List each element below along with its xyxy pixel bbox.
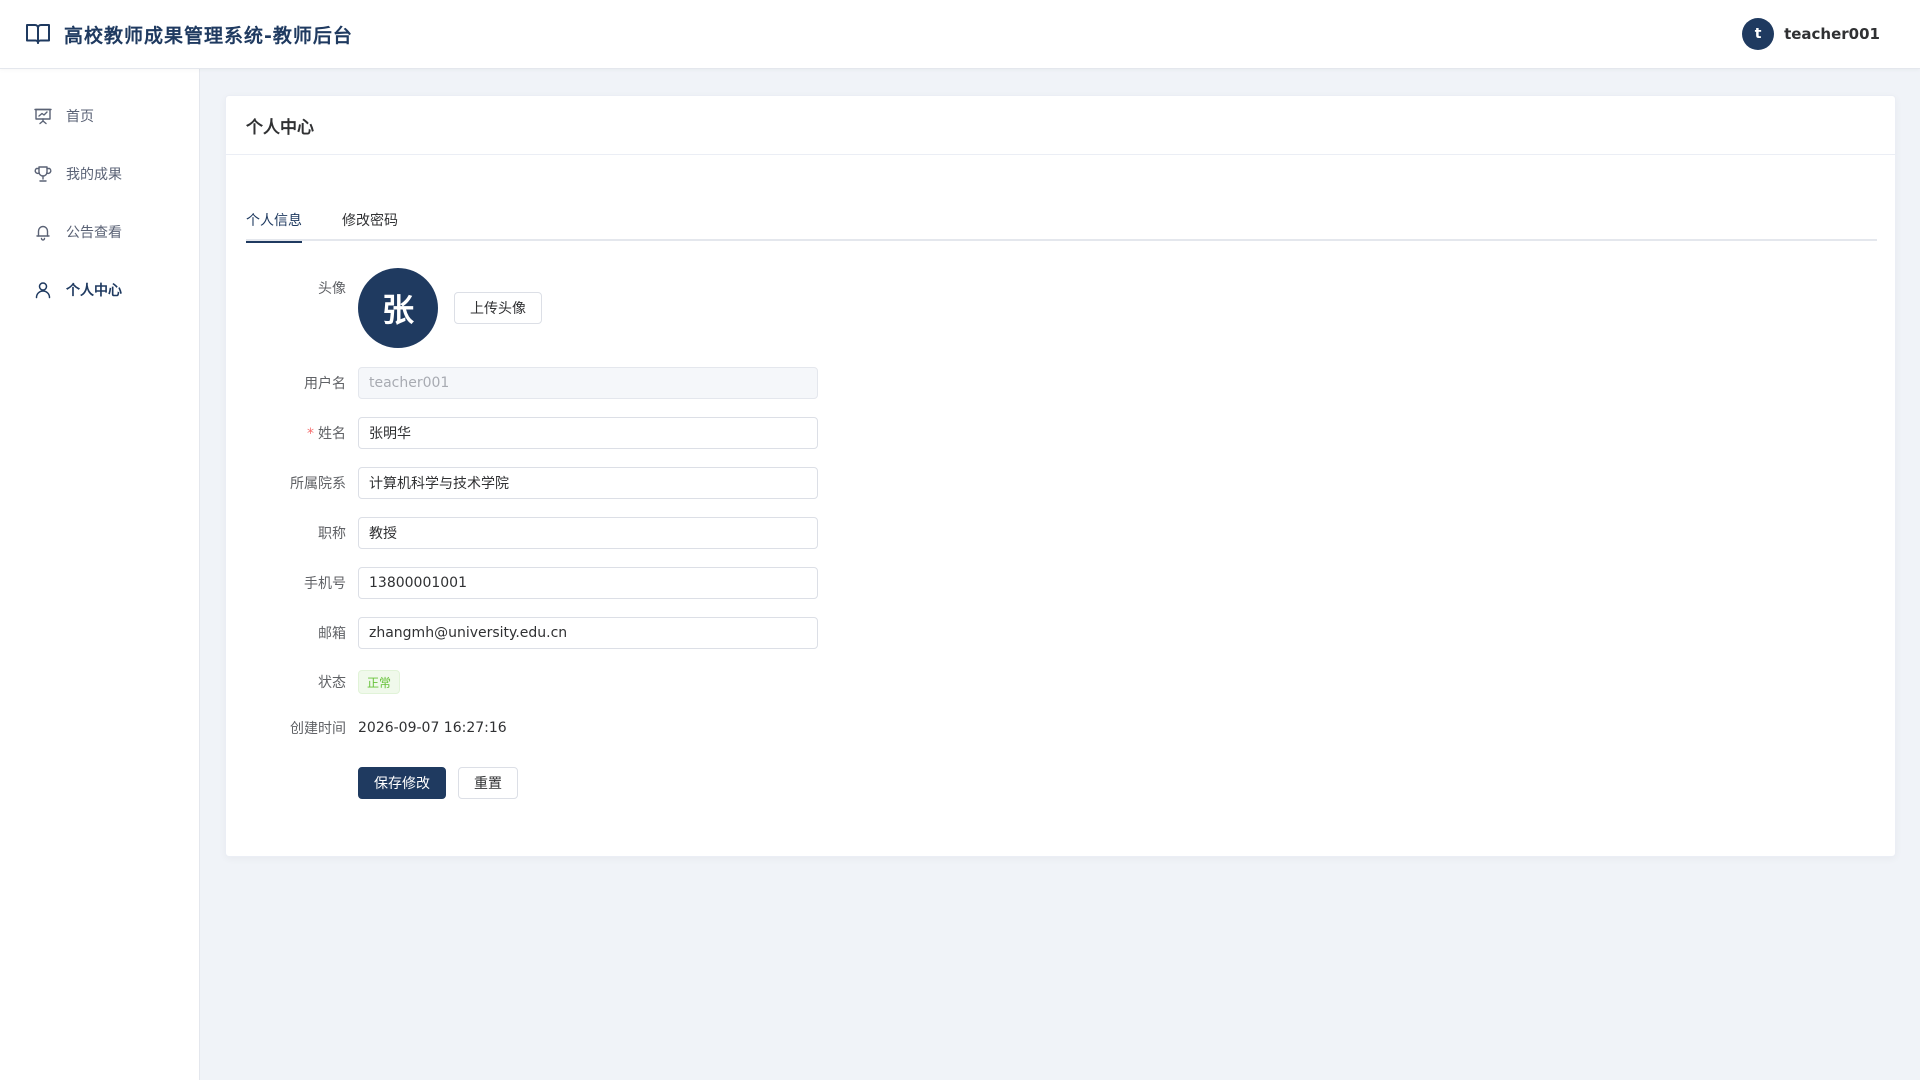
status-badge: 正常 — [358, 670, 401, 694]
presentation-chart-icon — [34, 107, 52, 125]
title-label: 职称 — [318, 526, 346, 542]
sidebar-item-my-achievements[interactable]: 我的成果 — [0, 145, 199, 203]
reset-button[interactable]: 重置 — [458, 767, 518, 799]
save-button[interactable]: 保存修改 — [358, 767, 446, 799]
page-title: 个人中心 — [226, 96, 1895, 155]
sidebar-item-label: 我的成果 — [66, 167, 122, 183]
user-icon — [34, 281, 52, 299]
phone-label: 手机号 — [304, 576, 346, 592]
email-field[interactable] — [358, 617, 818, 649]
tab-bar: 个人信息 修改密码 — [246, 201, 1877, 243]
email-row: 邮箱 — [246, 617, 818, 649]
created-time-label: 创建时间 — [290, 721, 346, 737]
tab-personal-info[interactable]: 个人信息 — [246, 201, 302, 243]
department-field[interactable] — [358, 467, 818, 499]
trophy-icon — [34, 165, 52, 183]
personal-center-card: 个人中心 个人信息 修改密码 头像 张 上传头像 用户名 *姓名 所属院系 职称… — [225, 95, 1896, 857]
avatar-label: 头像 — [318, 281, 346, 297]
created-time-row: 创建时间 2026-09-07 16:27:16 — [246, 718, 507, 738]
bell-icon — [34, 223, 52, 241]
department-label: 所属院系 — [290, 476, 346, 492]
phone-row: 手机号 — [246, 567, 818, 599]
sidebar-item-label: 公告查看 — [66, 225, 122, 241]
avatar-row: 头像 张 上传头像 — [246, 268, 542, 348]
username-label: 用户名 — [304, 376, 346, 392]
app-title: 高校教师成果管理系统-教师后台 — [64, 24, 353, 47]
name-field[interactable] — [358, 417, 818, 449]
email-label: 邮箱 — [318, 626, 346, 642]
form-actions: 保存修改 重置 — [246, 767, 518, 799]
sidebar-item-personal-center[interactable]: 个人中心 — [0, 261, 199, 319]
username-row: 用户名 — [246, 367, 818, 399]
tab-change-password[interactable]: 修改密码 — [342, 201, 398, 241]
profile-avatar: 张 — [358, 268, 438, 348]
required-mark: * — [307, 426, 314, 442]
sidebar: 首页 我的成果 公告查看 个人中心 — [0, 69, 200, 1080]
phone-field[interactable] — [358, 567, 818, 599]
name-row: * 姓名 — [246, 417, 818, 449]
status-label: 状态 — [318, 675, 346, 691]
title-row: 职称 — [246, 517, 818, 549]
sidebar-item-home[interactable]: 首页 — [0, 87, 199, 145]
title-field[interactable] — [358, 517, 818, 549]
username-field — [358, 367, 818, 399]
avatar[interactable]: t — [1742, 18, 1775, 50]
user-menu[interactable]: t teacher001 — [1742, 18, 1880, 50]
department-row: 所属院系 — [246, 467, 818, 499]
created-time-value: 2026-09-07 16:27:16 — [358, 720, 507, 736]
top-header: 高校教师成果管理系统-教师后台 t teacher001 — [0, 0, 1920, 69]
brand: 高校教师成果管理系统-教师后台 — [24, 20, 353, 48]
name-label: * 姓名 — [307, 426, 346, 442]
upload-avatar-button[interactable]: 上传头像 — [454, 292, 542, 324]
sidebar-item-announcements[interactable]: 公告查看 — [0, 203, 199, 261]
sidebar-item-label: 首页 — [66, 109, 94, 125]
book-open-icon — [24, 20, 52, 48]
status-row: 状态 正常 — [246, 670, 401, 694]
sidebar-item-label: 个人中心 — [66, 283, 122, 299]
username-label[interactable]: teacher001 — [1784, 25, 1880, 43]
